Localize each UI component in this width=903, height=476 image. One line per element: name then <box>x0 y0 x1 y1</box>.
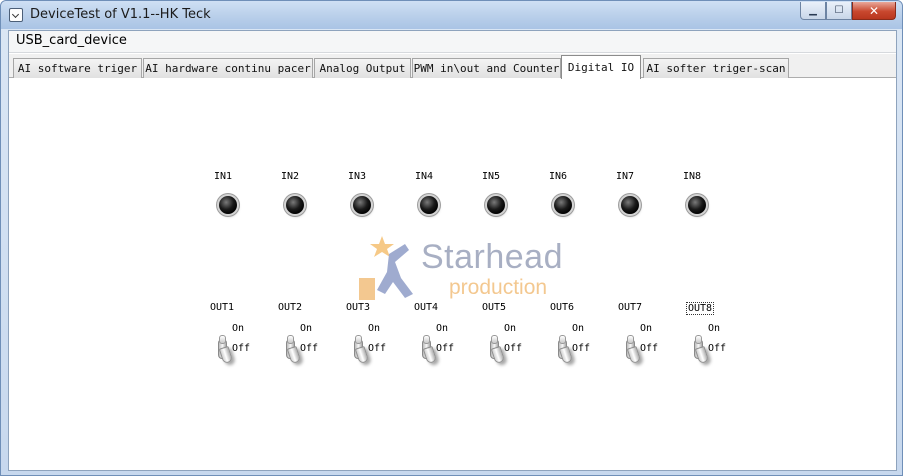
watermark-title: Starhead <box>421 238 563 276</box>
output-label-1: OUT1 <box>210 302 235 313</box>
output-on-label-5: On <box>504 323 517 334</box>
toggle-cap-icon <box>355 335 362 344</box>
output-label-5: OUT5 <box>482 302 507 313</box>
output-on-label-3: On <box>368 323 381 334</box>
led-indicator-icon <box>621 196 639 214</box>
output-toggle-switch-8[interactable] <box>691 333 710 365</box>
tab-ai-hardware-continu-pacer[interactable]: AI hardware continu pacer <box>143 58 313 78</box>
input-label-3: IN3 <box>348 171 367 182</box>
title-bar[interactable]: DeviceTest of V1.1--HK Teck ▁ ☐ ✕ <box>1 1 902 29</box>
tab-digital-io[interactable]: Digital IO <box>561 55 641 79</box>
output-on-label-7: On <box>640 323 653 334</box>
output-on-label-4: On <box>436 323 449 334</box>
maximize-button[interactable]: ☐ <box>826 2 852 20</box>
input-label-6: IN6 <box>549 171 568 182</box>
minimize-button[interactable]: ▁ <box>800 2 826 20</box>
input-label-7: IN7 <box>616 171 635 182</box>
toggle-cap-icon <box>491 335 498 344</box>
menu-bar: USB_card_device <box>9 31 896 53</box>
input-label-1: IN1 <box>214 171 233 182</box>
output-on-label-6: On <box>572 323 585 334</box>
tab-ai-softer-triger-scan[interactable]: AI softer triger-scan <box>643 58 789 78</box>
output-label-2: OUT2 <box>278 302 303 313</box>
window-title: DeviceTest of V1.1--HK Teck <box>30 7 211 22</box>
app-window-icon[interactable] <box>9 8 23 22</box>
output-off-label-8: Off <box>708 343 727 354</box>
output-toggle-switch-3[interactable] <box>351 333 370 365</box>
output-toggle-switch-5[interactable] <box>487 333 506 365</box>
tab-analog-output[interactable]: Analog Output <box>314 58 411 78</box>
tab-strip: AI software triger AI hardware continu p… <box>9 54 896 79</box>
output-toggle-switch-7[interactable] <box>623 333 642 365</box>
output-off-label-7: Off <box>640 343 659 354</box>
output-off-label-1: Off <box>232 343 251 354</box>
output-label-4: OUT4 <box>414 302 439 313</box>
toggle-cap-icon <box>287 335 294 344</box>
watermark-subtitle: production <box>449 276 548 299</box>
led-indicator-icon <box>487 196 505 214</box>
starhead-logo-icon: Starhead production <box>349 234 569 314</box>
led-indicator-icon <box>554 196 572 214</box>
led-indicator-icon <box>219 196 237 214</box>
output-toggle-switch-4[interactable] <box>419 333 438 365</box>
client-area: USB_card_device AI software triger AI ha… <box>8 30 897 471</box>
window-controls: ▁ ☐ ✕ <box>800 2 896 22</box>
output-off-label-4: Off <box>436 343 455 354</box>
input-label-4: IN4 <box>415 171 434 182</box>
toggle-cap-icon <box>219 335 226 344</box>
output-off-label-2: Off <box>300 343 319 354</box>
led-indicator-icon <box>286 196 304 214</box>
input-label-2: IN2 <box>281 171 300 182</box>
output-on-label-1: On <box>232 323 245 334</box>
menu-usb-card-device[interactable]: USB_card_device <box>14 33 129 48</box>
toggle-cap-icon <box>559 335 566 344</box>
led-indicator-icon <box>420 196 438 214</box>
led-indicator-icon <box>353 196 371 214</box>
input-label-5: IN5 <box>482 171 501 182</box>
tab-ai-software-triger[interactable]: AI software triger <box>13 58 142 78</box>
toggle-cap-icon <box>423 335 430 344</box>
output-toggle-switch-1[interactable] <box>215 333 234 365</box>
output-toggle-switch-2[interactable] <box>283 333 302 365</box>
output-off-label-5: Off <box>504 343 523 354</box>
toggle-cap-icon <box>695 335 702 344</box>
tab-pwm-in-out-counter[interactable]: PWM in\out and Counter <box>412 58 561 78</box>
led-indicator-icon <box>688 196 706 214</box>
output-off-label-3: Off <box>368 343 387 354</box>
output-on-label-8: On <box>708 323 721 334</box>
app-window: DeviceTest of V1.1--HK Teck ▁ ☐ ✕ USB_ca… <box>0 0 903 476</box>
output-label-3: OUT3 <box>346 302 371 313</box>
output-label-7: OUT7 <box>618 302 643 313</box>
output-on-label-2: On <box>300 323 313 334</box>
toggle-cap-icon <box>627 335 634 344</box>
output-label-8: OUT8 <box>686 302 715 315</box>
digital-io-panel: Starhead production IN1 IN2 IN3 IN4 IN5 IN6 IN… <box>9 79 896 470</box>
close-button[interactable]: ✕ <box>852 2 896 20</box>
output-off-label-6: Off <box>572 343 591 354</box>
output-label-6: OUT6 <box>550 302 575 313</box>
output-toggle-switch-6[interactable] <box>555 333 574 365</box>
input-label-8: IN8 <box>683 171 702 182</box>
